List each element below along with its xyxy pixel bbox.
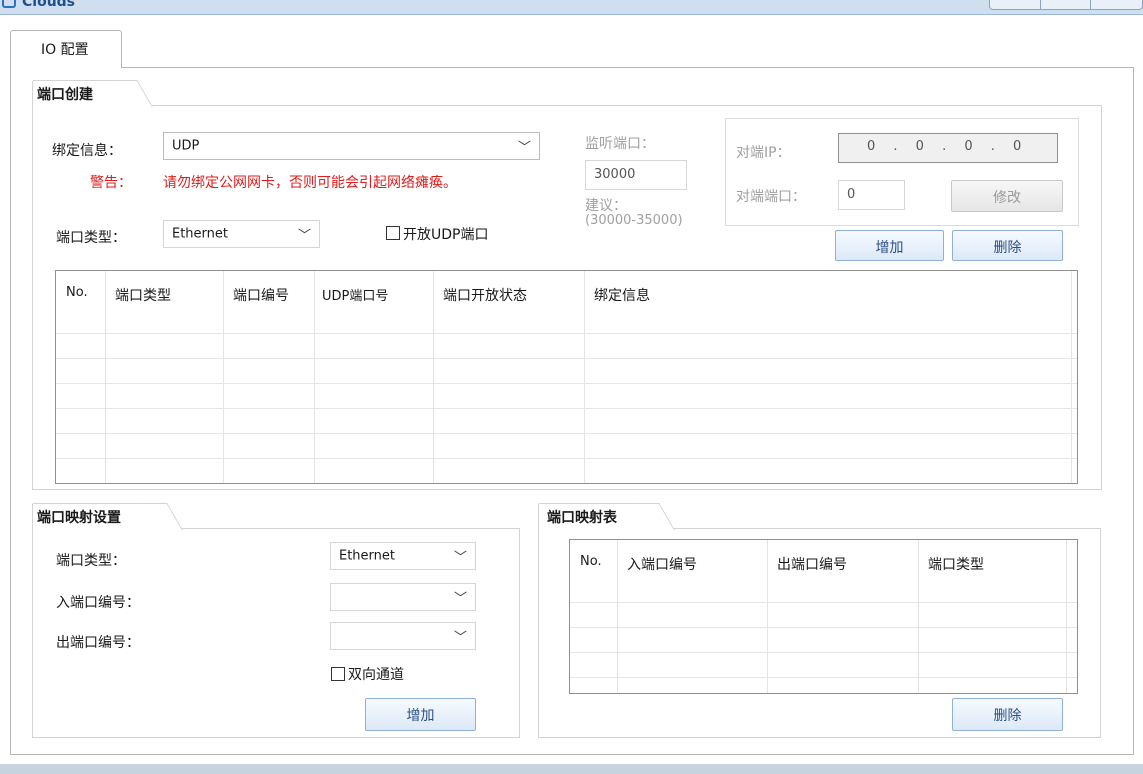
bottom-border (0, 764, 1143, 774)
bind-info-select[interactable]: UDP ﹀ (163, 132, 540, 160)
mapping-table: No. 入端口编号 出端口编号 端口类型 (569, 539, 1078, 694)
mapping-col-header-out-port[interactable]: 出端口编号 (777, 554, 847, 574)
col-header-port-number[interactable]: 端口编号 (233, 285, 289, 305)
bind-info-value: UDP (172, 138, 200, 154)
listen-port-label: 监听端口： (585, 136, 655, 152)
port-mapping-table-tab: 端口映射表 (538, 503, 675, 530)
port-mapping-settings-title: 端口映射设置 (37, 510, 121, 526)
listen-port-value: 30000 (594, 167, 636, 182)
peer-ip-label: 对端IP： (736, 145, 791, 161)
peer-ip-input[interactable]: 0 . 0 . 0 . 0 (838, 133, 1058, 163)
port-create-title: 端口创建 (37, 87, 93, 103)
tab-io-config[interactable]: IO 配置 (10, 30, 122, 68)
tab-io-config-label: IO 配置 (41, 42, 89, 58)
open-udp-checkbox[interactable] (386, 226, 400, 240)
warning-text: 请勿绑定公网网卡，否则可能会引起网络瘫痪。 (163, 175, 457, 191)
add-mapping-button-label: 增加 (406, 708, 435, 724)
chevron-down-icon: ﹀ (517, 140, 531, 156)
in-port-label: 入端口编号： (56, 595, 140, 611)
peer-port-input[interactable]: 0 (838, 180, 905, 210)
port-create-group-tab: 端口创建 (32, 80, 153, 107)
suggest-range: (30000-35000) (585, 213, 683, 228)
peer-port-value: 0 (847, 187, 856, 202)
listen-port-input[interactable]: 30000 (585, 160, 687, 190)
modify-button-label: 修改 (993, 190, 1021, 206)
window-controls[interactable] (989, 0, 1143, 10)
clouds-app-icon (2, 0, 16, 8)
bind-info-label: 绑定信息： (52, 143, 122, 159)
open-udp-label: 开放UDP端口 (403, 227, 489, 243)
delete-mapping-button[interactable]: 删除 (952, 698, 1063, 731)
port-table: No. 端口类型 端口编号 UDP端口号 端口开放状态 绑定信息 (55, 270, 1078, 484)
out-port-label: 出端口编号： (56, 635, 140, 651)
modify-button[interactable]: 修改 (951, 180, 1063, 212)
bidirectional-checkbox[interactable] (331, 667, 345, 681)
chevron-down-icon: ﹀ (453, 550, 467, 566)
port-mapping-settings-tab: 端口映射设置 (32, 503, 183, 530)
in-port-select[interactable]: ﹀ (330, 583, 476, 611)
chevron-down-icon: ﹀ (453, 591, 467, 607)
peer-port-label: 对端端口： (736, 189, 806, 205)
delete-port-button-label: 删除 (993, 240, 1022, 256)
col-header-udp-port[interactable]: UDP端口号 (322, 285, 388, 304)
port-type-select[interactable]: Ethernet ﹀ (163, 220, 320, 248)
peer-ip-value: 0 . 0 . 0 . 0 (867, 139, 1029, 154)
bidirectional-label: 双向通道 (348, 667, 404, 683)
col-header-open-status[interactable]: 端口开放状态 (443, 285, 527, 305)
title-bar (0, 0, 1143, 15)
window-title: Clouds (22, 0, 76, 10)
warning-label: 警告： (90, 175, 132, 191)
chevron-down-icon: ﹀ (453, 630, 467, 646)
chevron-down-icon: ﹀ (297, 228, 311, 244)
col-header-port-type[interactable]: 端口类型 (115, 285, 171, 305)
port-type-label: 端口类型： (56, 230, 126, 246)
port-type-value: Ethernet (172, 226, 228, 242)
col-header-bind-info[interactable]: 绑定信息 (594, 285, 650, 305)
mapping-col-header-in-port[interactable]: 入端口编号 (627, 554, 697, 574)
mapping-col-header-no[interactable]: No. (580, 554, 602, 569)
mapping-port-type-label: 端口类型： (56, 553, 126, 569)
delete-port-button[interactable]: 删除 (952, 230, 1063, 261)
add-port-button[interactable]: 增加 (835, 230, 944, 261)
mapping-port-type-value: Ethernet (339, 548, 395, 564)
delete-mapping-button-label: 删除 (993, 708, 1022, 724)
add-mapping-button[interactable]: 增加 (365, 698, 476, 731)
mapping-col-header-port-type[interactable]: 端口类型 (928, 554, 984, 574)
mapping-port-type-select[interactable]: Ethernet ﹀ (330, 542, 476, 570)
col-header-no[interactable]: No. (66, 285, 88, 300)
out-port-select[interactable]: ﹀ (330, 622, 476, 650)
port-mapping-table-title: 端口映射表 (547, 510, 617, 526)
add-port-button-label: 增加 (875, 240, 904, 256)
suggest-label: 建议： (585, 198, 627, 214)
